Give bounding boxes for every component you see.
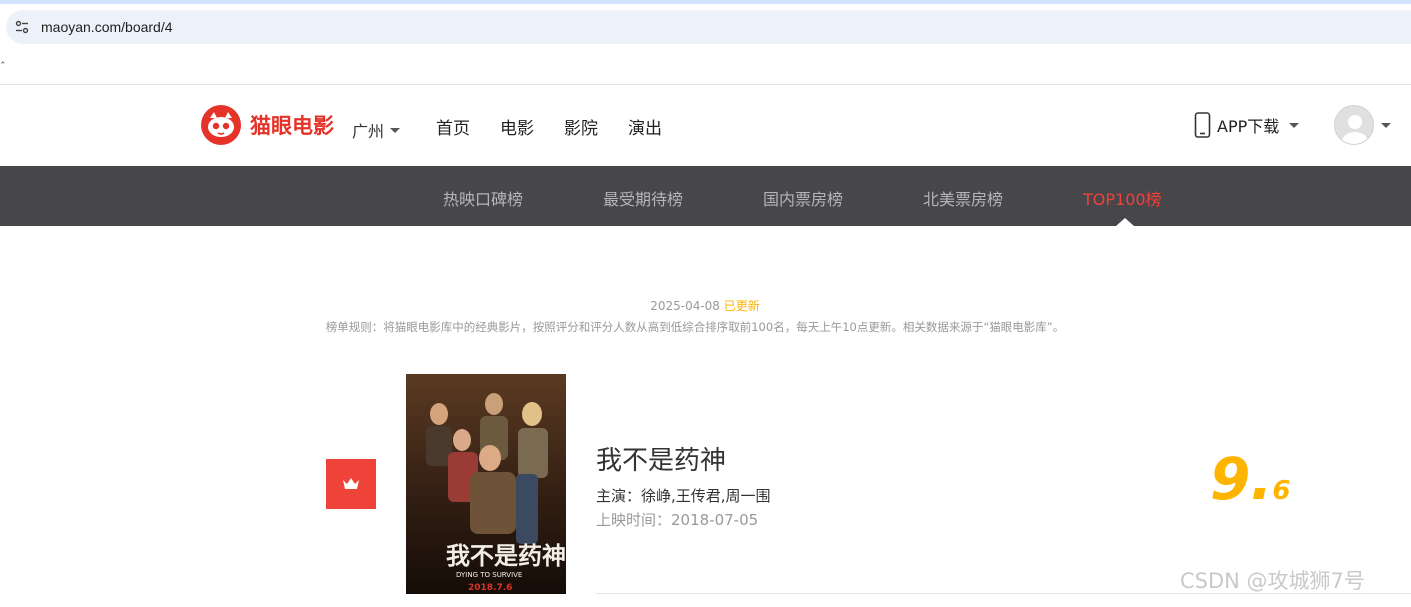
stray-caret: ˆ [0,60,6,73]
user-silhouette-icon [1342,115,1368,144]
nav-shows[interactable]: 演出 [628,114,662,139]
movie-score: 9. 6 [1210,447,1290,511]
phone-icon [1194,112,1211,138]
poster-image: 我不是药神 DYING TO SURVIVE 2018.7.6 [406,374,566,594]
nav-home[interactable]: 首页 [436,114,470,139]
tab-most-expected[interactable]: 最受期待榜 [603,186,683,210]
nav-cinemas[interactable]: 影院 [564,114,598,139]
update-info: 2025-04-08 已更新 [0,297,1411,314]
user-menu[interactable] [1334,105,1391,145]
score-fraction: 6 [1272,476,1291,506]
tab-hot-reputation[interactable]: 热映口碑榜 [443,186,523,210]
logo[interactable]: 猫眼电影 [200,104,334,146]
chevron-down-icon [1289,122,1300,128]
avatar[interactable] [1334,105,1374,145]
app-download-button[interactable]: APP下载 [1194,112,1300,138]
update-date: 2025-04-08 [650,299,720,313]
chevron-down-icon [1381,122,1391,128]
tab-domestic-box-office[interactable]: 国内票房榜 [763,186,843,210]
updated-label: 已更新 [723,299,760,313]
app-download-label: APP下载 [1217,117,1280,136]
logo-text: 猫眼电影 [250,114,334,138]
city-selector[interactable]: 广州 [352,118,401,142]
board-rules: 榜单规则：将猫眼电影库中的经典影片，按照评分和评分人数从高到低综合排序取前100… [325,320,1065,334]
city-label: 广州 [352,122,385,141]
watermark: CSDN @攻城狮7号 [1180,569,1365,593]
score-integer: 9. [1210,445,1273,513]
nav-movies[interactable]: 电影 [500,114,534,139]
address-bar[interactable]: maoyan.com/board/4 [6,10,1411,44]
movie-release-date: 上映时间：2018-07-05 [596,511,759,529]
poster-date: 2018.7.6 [468,583,512,593]
movie-poster[interactable]: 我不是药神 DYING TO SURVIVE 2018.7.6 [406,374,566,594]
crown-icon [343,478,359,489]
main-nav: 首页 电影 影院 演出 [436,114,692,139]
site-settings-icon[interactable] [12,17,32,37]
cat-logo-icon [201,105,241,145]
board-tabs: 热映口碑榜 最受期待榜 国内票房榜 北美票房榜 TOP100榜 [0,166,1411,226]
site-header: 猫眼电影 广州 首页 电影 影院 演出 APP下载 [0,85,1411,165]
poster-title: 我不是药神 [446,542,566,570]
movie-title[interactable]: 我不是药神 [596,440,726,477]
rank-badge [326,459,376,509]
tab-top100[interactable]: TOP100榜 [1083,186,1162,210]
tab-na-box-office[interactable]: 北美票房榜 [923,186,1003,210]
active-tab-pointer [1116,218,1134,226]
browser-tab-strip [0,0,1411,4]
chevron-down-icon [390,127,401,133]
url-text[interactable]: maoyan.com/board/4 [41,19,173,35]
poster-subtitle: DYING TO SURVIVE [456,571,522,579]
movie-stars: 主演：徐峥,王传君,周一围 [596,487,771,505]
